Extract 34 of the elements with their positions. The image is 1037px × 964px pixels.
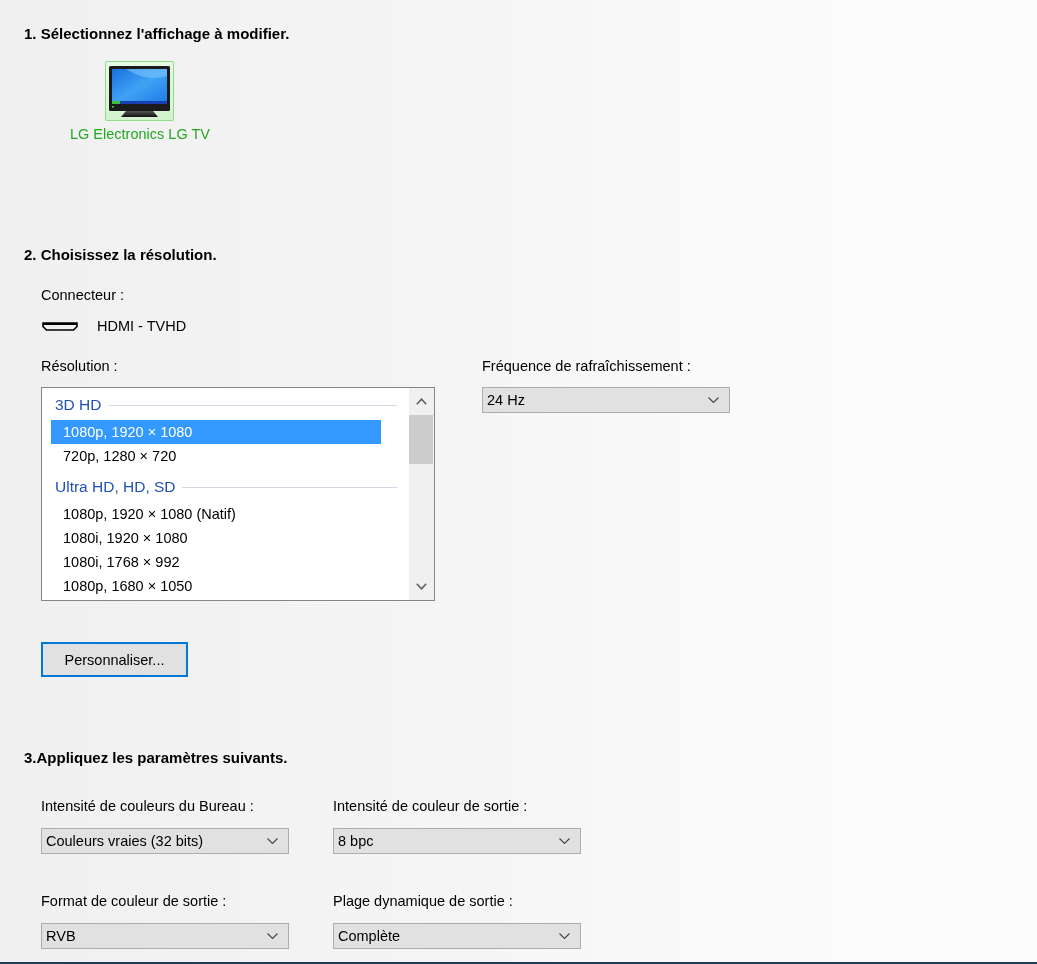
setting-dropdown[interactable]: 8 bpc — [333, 828, 581, 854]
group-heading: 3D HD — [55, 396, 102, 414]
refresh-rate-label: Fréquence de rafraîchissement : — [482, 357, 692, 375]
setting-label: Intensité de couleur de sortie : — [333, 797, 529, 815]
resolution-option[interactable]: 1080i, 1768 × 992 — [51, 550, 381, 574]
scrollbar[interactable] — [409, 388, 434, 600]
monitor-icon — [105, 61, 175, 121]
chevron-down-icon — [559, 838, 570, 844]
setting-label: Intensité de couleurs du Bureau : — [41, 797, 255, 815]
section-heading: 2. Choisissez la résolution. — [24, 246, 218, 264]
resolution-label: Résolution : — [41, 357, 119, 375]
resolution-option[interactable]: 1080p, 1680 × 1050 — [51, 574, 381, 598]
chevron-down-icon — [559, 933, 570, 939]
setting-dropdown[interactable]: RVB — [41, 923, 289, 949]
chevron-down-icon — [267, 838, 278, 844]
connector-name: HDMI - TVHD — [97, 317, 187, 335]
setting-dropdown[interactable]: Couleurs vraies (32 bits) — [41, 828, 289, 854]
group-heading: Ultra HD, HD, SD — [55, 478, 176, 496]
customize-button[interactable]: Personnaliser... — [41, 642, 188, 677]
setting-label: Format de couleur de sortie : — [41, 892, 228, 910]
chevron-down-icon — [708, 397, 719, 403]
resolution-listbox[interactable]: 3D HD 1080p, 1920 × 1080 720p, 1280 × 720 Ultra HD, HD, SD 1080p, 1920 × 1080 (Natif) 1080i, 1920 × 1080 1080i, 1768 × 992 1080p, 1680 × 1050 — [41, 387, 435, 601]
chevron-down-icon — [267, 933, 278, 939]
scrollbar-thumb[interactable] — [409, 415, 433, 464]
resolution-option[interactable]: 1080i, 1920 × 1080 — [51, 526, 381, 550]
setting-dropdown[interactable]: Complète — [333, 923, 581, 949]
refresh-rate-dropdown[interactable]: 24 Hz — [482, 387, 730, 413]
resolution-option[interactable]: 1080p, 1920 × 1080 (Natif) — [51, 502, 381, 526]
connector-label: Connecteur : — [41, 286, 126, 304]
resolution-option[interactable]: 720p, 1280 × 720 — [51, 444, 381, 468]
hdmi-port-icon — [42, 321, 78, 331]
section-heading: 1. Sélectionnez l'affichage à modifier. — [24, 25, 291, 43]
section-heading: 3.Appliquez les paramètres suivants. — [24, 749, 289, 767]
setting-label: Plage dynamique de sortie : — [333, 892, 514, 910]
